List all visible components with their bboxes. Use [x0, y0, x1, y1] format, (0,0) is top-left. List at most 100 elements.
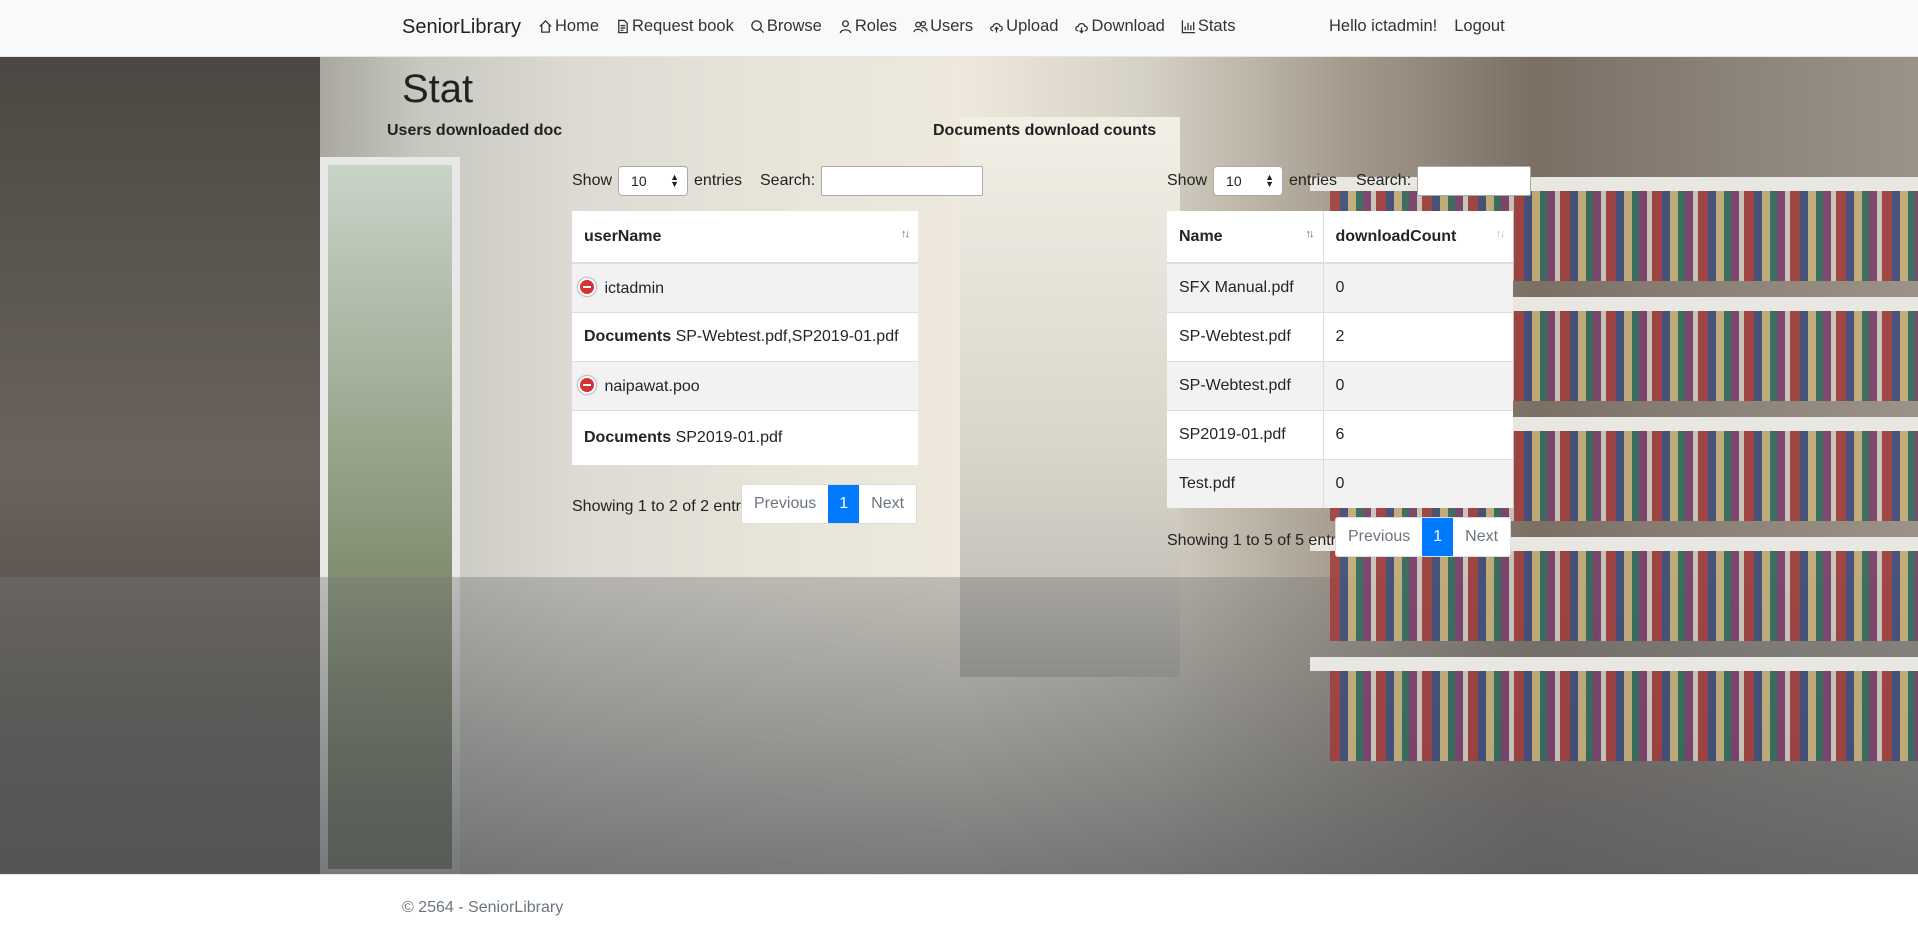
- count-cell: 0: [1323, 458, 1513, 508]
- users-page-length-select[interactable]: 10 ▲ ▼: [618, 166, 689, 196]
- person-icon: [839, 20, 852, 34]
- count-cell: 0: [1323, 360, 1513, 410]
- sort-arrows-icon: ▲ ▼: [1265, 172, 1275, 189]
- users-table-info: Showing 1 to 2 of 2 entries: [572, 498, 742, 515]
- users-show-label: Show: [572, 172, 613, 189]
- child-row: Documents SP2019-01.pdf: [572, 409, 918, 465]
- nav-download[interactable]: Download: [1074, 17, 1165, 36]
- users-page-length-value: 10: [631, 173, 647, 189]
- home-icon: [539, 19, 552, 33]
- page-footer: © 2564 - SeniorLibrary: [0, 874, 1918, 936]
- table-row[interactable]: ictadmin: [572, 262, 918, 312]
- nav-browse[interactable]: Browse: [750, 17, 822, 36]
- sort-icon: ↑↓: [901, 228, 910, 240]
- bar-chart-icon: [1181, 20, 1195, 34]
- nav-roles-label: Roles: [854, 17, 898, 35]
- footer-copyright: © 2564 - SeniorLibrary: [402, 899, 564, 916]
- table-row[interactable]: Test.pdf 0: [1167, 458, 1513, 508]
- nav-upload[interactable]: Upload: [989, 17, 1058, 36]
- sort-arrows-icon: ▲ ▼: [670, 172, 680, 189]
- cloud-download-icon: [1075, 22, 1089, 34]
- nav-request-book-label: Request book: [632, 17, 734, 35]
- nav-home[interactable]: Home: [538, 17, 599, 36]
- logout-button[interactable]: Logout: [1454, 17, 1504, 36]
- users-entries-label: entries: [694, 172, 743, 189]
- name-cell: SP-Webtest.pdf: [1167, 360, 1324, 410]
- table-row[interactable]: SP-Webtest.pdf 2: [1167, 311, 1513, 361]
- top-navbar: SeniorLibrary Home Request book Browse R…: [0, 0, 1918, 57]
- docs-search-control: Search:: [1356, 166, 1532, 196]
- page-title: Stat: [402, 67, 474, 111]
- collapse-row-icon[interactable]: [578, 375, 596, 394]
- docs-table: Name ↑↓ downloadCount ↑↓ SFX Manual.pdf …: [1167, 211, 1513, 508]
- users-page-1-button[interactable]: 1: [828, 485, 860, 523]
- username-cell: naipawat.poo: [604, 377, 700, 395]
- column-header-username[interactable]: userName ↑↓: [572, 211, 918, 264]
- username-cell: ictadmin: [604, 279, 665, 297]
- collapse-row-icon[interactable]: [578, 277, 596, 296]
- docs-length-control: Show 10 ▲ ▼ entries: [1167, 166, 1337, 196]
- users-previous-button[interactable]: Previous: [742, 485, 828, 523]
- table-row[interactable]: SP-Webtest.pdf 0: [1167, 360, 1513, 410]
- docs-page-length-select[interactable]: 10 ▲ ▼: [1213, 166, 1284, 196]
- nav-stats-label: Stats: [1197, 17, 1236, 35]
- users-search-control: Search:: [760, 166, 984, 196]
- nav-home-label: Home: [555, 17, 600, 35]
- document-icon: [618, 19, 628, 34]
- child-row: Documents SP-Webtest.pdf,SP2019-01.pdf: [572, 311, 918, 361]
- nav-roles[interactable]: Roles: [838, 17, 897, 36]
- name-cell: SP-Webtest.pdf: [1167, 311, 1324, 361]
- docs-page-length-value: 10: [1226, 173, 1242, 189]
- nav-stats[interactable]: Stats: [1181, 17, 1236, 36]
- documents-value: SP-Webtest.pdf,SP2019-01.pdf: [675, 327, 899, 345]
- cloud-upload-icon: [990, 22, 1004, 33]
- sort-icon: ↑↓: [1305, 228, 1315, 240]
- docs-next-button[interactable]: Next: [1453, 518, 1510, 556]
- users-search-label: Search:: [760, 172, 816, 189]
- name-cell: SFX Manual.pdf: [1167, 262, 1324, 312]
- column-header-download-count[interactable]: downloadCount ↑↓: [1323, 211, 1513, 264]
- search-icon: [751, 20, 764, 34]
- docs-search-input[interactable]: [1417, 166, 1532, 196]
- nav-upload-label: Upload: [1006, 17, 1059, 35]
- docs-previous-button[interactable]: Previous: [1336, 518, 1422, 556]
- docs-section-title: Documents download counts: [933, 122, 1157, 139]
- name-cell: Test.pdf: [1167, 458, 1324, 508]
- column-header-download-count-label: downloadCount: [1335, 227, 1457, 245]
- nav-browse-label: Browse: [766, 17, 822, 35]
- docs-table-info: Showing 1 to 5 of 5 entries: [1167, 532, 1337, 549]
- users-length-control: Show 10 ▲ ▼ entries: [572, 166, 742, 196]
- users-section-title: Users downloaded doc: [387, 122, 563, 139]
- table-row[interactable]: naipawat.poo: [572, 360, 918, 410]
- nav-download-label: Download: [1091, 17, 1165, 35]
- main-nav: Home Request book Browse Roles Users Upl…: [538, 17, 1235, 36]
- brand-link[interactable]: SeniorLibrary: [402, 16, 521, 39]
- docs-search-label: Search:: [1356, 172, 1412, 189]
- documents-value: SP2019-01.pdf: [675, 428, 783, 446]
- count-cell: 0: [1323, 262, 1513, 312]
- docs-show-label: Show: [1167, 172, 1208, 189]
- column-header-username-label: userName: [584, 227, 662, 245]
- documents-label: Documents: [584, 428, 672, 446]
- users-table: userName ↑↓ ictadmin Documents SP-Webtes…: [572, 211, 918, 465]
- name-cell: SP2019-01.pdf: [1167, 409, 1324, 459]
- documents-label: Documents: [584, 327, 672, 345]
- count-cell: 6: [1323, 409, 1513, 459]
- people-icon: [913, 20, 928, 33]
- users-search-input[interactable]: [821, 166, 984, 196]
- nav-request-book[interactable]: Request book: [615, 17, 734, 36]
- count-cell: 2: [1323, 311, 1513, 361]
- users-pagination: Previous 1 Next: [741, 484, 918, 524]
- column-header-name-label: Name: [1179, 227, 1223, 245]
- nav-users-label: Users: [930, 17, 974, 35]
- user-greeting-link[interactable]: Hello ictadmin!: [1329, 17, 1437, 36]
- user-nav: Hello ictadmin! Logout: [1329, 17, 1505, 36]
- nav-users[interactable]: Users: [913, 17, 973, 36]
- docs-entries-label: entries: [1289, 172, 1338, 189]
- docs-page-1-button[interactable]: 1: [1422, 518, 1454, 556]
- sort-icon: ↑↓: [1496, 228, 1505, 240]
- table-row[interactable]: SFX Manual.pdf 0: [1167, 262, 1513, 312]
- column-header-name[interactable]: Name ↑↓: [1167, 211, 1324, 264]
- table-row[interactable]: SP2019-01.pdf 6: [1167, 409, 1513, 459]
- users-next-button[interactable]: Next: [859, 485, 916, 523]
